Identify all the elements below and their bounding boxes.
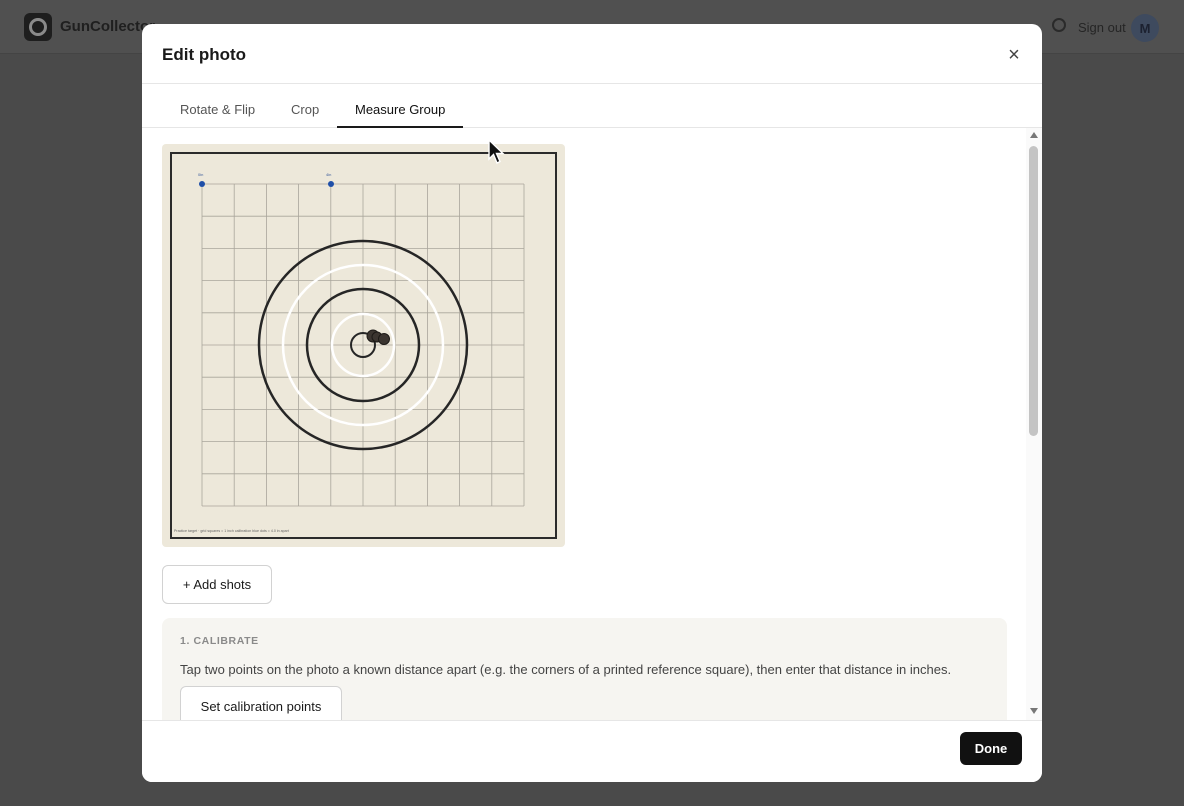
tab-crop[interactable]: Crop <box>273 84 337 128</box>
modal-header: Edit photo × <box>142 24 1042 84</box>
calibration-label: 4in <box>326 172 331 177</box>
mouse-pointer-icon <box>488 139 505 164</box>
tab-measure-group[interactable]: Measure Group <box>337 84 464 128</box>
target-border <box>170 152 557 539</box>
target-photo-canvas[interactable]: 0in 4in Practice target · grid squares =… <box>162 144 565 547</box>
app-name[interactable]: GunCollector <box>60 18 155 35</box>
avatar[interactable]: M <box>1131 14 1159 42</box>
tab-rotate-flip[interactable]: Rotate & Flip <box>162 84 273 128</box>
calibration-dot[interactable] <box>328 181 334 187</box>
calibrate-panel: 1. CALIBRATE Tap two points on the photo… <box>162 618 1007 720</box>
scroll-down-icon[interactable] <box>1030 708 1038 714</box>
sign-out-link[interactable]: Sign out <box>1078 20 1126 35</box>
scroll-up-icon[interactable] <box>1030 132 1038 138</box>
calibrate-step-label: 1. CALIBRATE <box>180 635 259 647</box>
guncollector-logo-icon[interactable] <box>24 13 52 41</box>
target-photo[interactable]: 0in 4in Practice target · grid squares =… <box>162 144 565 547</box>
add-shots-button[interactable]: + Add shots <box>162 565 272 604</box>
gear-icon[interactable] <box>1052 18 1066 32</box>
calibrate-instructions: Tap two points on the photo a known dist… <box>180 662 952 677</box>
scroll-thumb[interactable] <box>1029 146 1038 436</box>
modal-footer: Done <box>142 720 1042 782</box>
edit-photo-modal: Edit photo × Rotate & Flip Crop Measure … <box>142 24 1042 782</box>
bullet-hole <box>378 333 390 345</box>
calibration-label: 0in <box>198 172 203 177</box>
tab-bar: Rotate & Flip Crop Measure Group <box>142 84 1042 128</box>
body-scrollbar[interactable] <box>1026 128 1042 720</box>
target-caption: Practice target · grid squares = 1 inch … <box>174 529 289 533</box>
set-calibration-points-button[interactable]: Set calibration points <box>180 686 342 720</box>
modal-body: 0in 4in Practice target · grid squares =… <box>142 128 1042 720</box>
calibration-dot[interactable] <box>199 181 205 187</box>
close-icon[interactable]: × <box>1004 45 1024 66</box>
modal-title: Edit photo <box>162 45 247 64</box>
done-button[interactable]: Done <box>960 732 1022 765</box>
